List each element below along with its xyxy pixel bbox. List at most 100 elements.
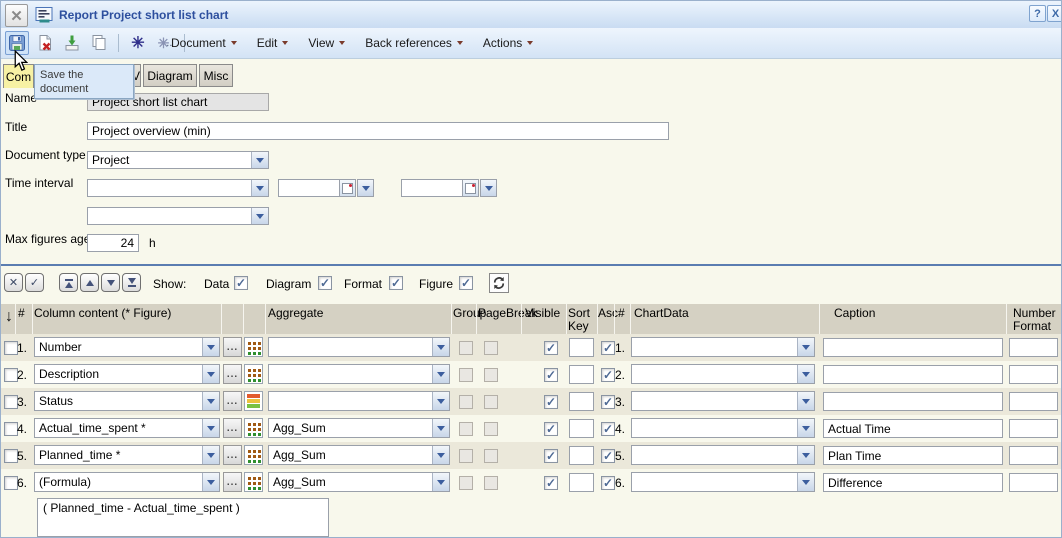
move-up-button[interactable] (80, 273, 99, 292)
visible-checkbox[interactable] (544, 449, 558, 463)
dropdown-button[interactable] (797, 446, 814, 464)
dropdown-button[interactable] (432, 446, 449, 464)
close-document-button[interactable]: ✕ (5, 4, 28, 27)
dropdown-button[interactable] (251, 208, 268, 224)
caption-input[interactable] (823, 419, 1003, 438)
dropdown-button[interactable] (202, 365, 219, 383)
chartdata-select[interactable] (631, 391, 815, 411)
group-checkbox[interactable] (459, 368, 473, 382)
menu-actions[interactable]: Actions (483, 36, 533, 50)
dropdown-button[interactable] (202, 392, 219, 410)
dropdown-button[interactable] (432, 338, 449, 356)
figure-grid-icon[interactable] (244, 418, 263, 438)
move-down-button[interactable] (101, 273, 120, 292)
row-select-checkbox[interactable] (4, 395, 18, 409)
figure-grid-icon[interactable] (244, 364, 263, 384)
row-select-checkbox[interactable] (4, 341, 18, 355)
caption-input[interactable] (823, 365, 1003, 384)
ellipsis-button[interactable]: ... (223, 418, 242, 438)
asc-checkbox[interactable] (601, 476, 615, 490)
clear-selection-button[interactable]: ✕ (4, 273, 23, 292)
visible-checkbox[interactable] (544, 341, 558, 355)
column-content-select[interactable]: Status (34, 391, 220, 411)
number-format-input[interactable] (1009, 446, 1058, 465)
asc-checkbox[interactable] (601, 449, 615, 463)
figure-grid-icon[interactable] (244, 391, 263, 411)
dropdown-button[interactable] (432, 365, 449, 383)
ellipsis-button[interactable]: ... (223, 337, 242, 357)
dropdown-button[interactable] (797, 392, 814, 410)
visible-checkbox[interactable] (544, 395, 558, 409)
chartdata-select[interactable] (631, 418, 815, 438)
sort-key-input[interactable] (569, 392, 594, 411)
dropdown-button[interactable] (202, 338, 219, 356)
dropdown-button[interactable] (797, 365, 814, 383)
help-button[interactable]: ? (1029, 5, 1046, 22)
dropdown-button[interactable] (202, 473, 219, 491)
toggle-format-checkbox[interactable] (389, 276, 403, 290)
toggle-figure-checkbox[interactable] (459, 276, 473, 290)
ellipsis-button[interactable]: ... (223, 364, 242, 384)
workflow-button[interactable]: ✳ (127, 32, 149, 54)
asc-checkbox[interactable] (601, 395, 615, 409)
column-content-select[interactable]: Number (34, 337, 220, 357)
calendar-button[interactable] (463, 179, 479, 197)
chartdata-select[interactable] (631, 445, 815, 465)
sort-key-input[interactable] (569, 419, 594, 438)
group-checkbox[interactable] (459, 341, 473, 355)
asc-checkbox[interactable] (601, 422, 615, 436)
dropdown-button[interactable] (202, 446, 219, 464)
number-format-input[interactable] (1009, 338, 1058, 357)
asc-checkbox[interactable] (601, 368, 615, 382)
group-checkbox[interactable] (459, 476, 473, 490)
menu-edit[interactable]: Edit (257, 36, 289, 50)
asc-checkbox[interactable] (601, 341, 615, 355)
row-select-checkbox[interactable] (4, 422, 18, 436)
dropdown-button[interactable] (432, 419, 449, 437)
number-format-input[interactable] (1009, 473, 1058, 492)
dropdown-button[interactable] (251, 180, 268, 196)
menu-back-references[interactable]: Back references (365, 36, 463, 50)
aggregate-select[interactable]: Agg_Sum (268, 445, 450, 465)
close-window-button[interactable]: X (1047, 5, 1062, 22)
column-content-select[interactable]: Actual_time_spent * (34, 418, 220, 438)
pagebreak-checkbox[interactable] (484, 476, 498, 490)
caption-input[interactable] (823, 473, 1003, 492)
row-select-checkbox[interactable] (4, 449, 18, 463)
group-checkbox[interactable] (459, 395, 473, 409)
aggregate-select[interactable] (268, 391, 450, 411)
ellipsis-button[interactable]: ... (223, 445, 242, 465)
dropdown-button[interactable] (797, 473, 814, 491)
delete-document-button[interactable] (34, 32, 56, 54)
aggregate-select[interactable] (268, 337, 450, 357)
pagebreak-checkbox[interactable] (484, 395, 498, 409)
number-format-input[interactable] (1009, 365, 1058, 384)
dropdown-button[interactable] (202, 419, 219, 437)
max-age-input[interactable] (87, 234, 139, 252)
visible-checkbox[interactable] (544, 368, 558, 382)
pagebreak-checkbox[interactable] (484, 341, 498, 355)
tab-misc[interactable]: Misc (199, 64, 233, 87)
formula-textarea[interactable] (37, 498, 329, 537)
tab-diagram[interactable]: Diagram (143, 64, 197, 87)
dropdown-button[interactable] (797, 419, 814, 437)
caption-input[interactable] (823, 338, 1003, 357)
visible-checkbox[interactable] (544, 422, 558, 436)
ellipsis-button[interactable]: ... (223, 472, 242, 492)
toggle-diagram-checkbox[interactable] (318, 276, 332, 290)
move-bottom-button[interactable] (122, 273, 141, 292)
sort-key-input[interactable] (569, 446, 594, 465)
sort-key-input[interactable] (569, 473, 594, 492)
pagebreak-checkbox[interactable] (484, 368, 498, 382)
visible-checkbox[interactable] (544, 476, 558, 490)
dropdown-button[interactable] (251, 152, 268, 168)
caption-input[interactable] (823, 392, 1003, 411)
interval-select[interactable] (87, 179, 269, 197)
group-checkbox[interactable] (459, 422, 473, 436)
copy-button[interactable] (88, 32, 110, 54)
select-all-button[interactable]: ✓ (25, 273, 44, 292)
column-content-select[interactable]: (Formula) (34, 472, 220, 492)
aggregate-select[interactable] (268, 364, 450, 384)
pagebreak-checkbox[interactable] (484, 422, 498, 436)
dropdown-button[interactable] (432, 473, 449, 491)
